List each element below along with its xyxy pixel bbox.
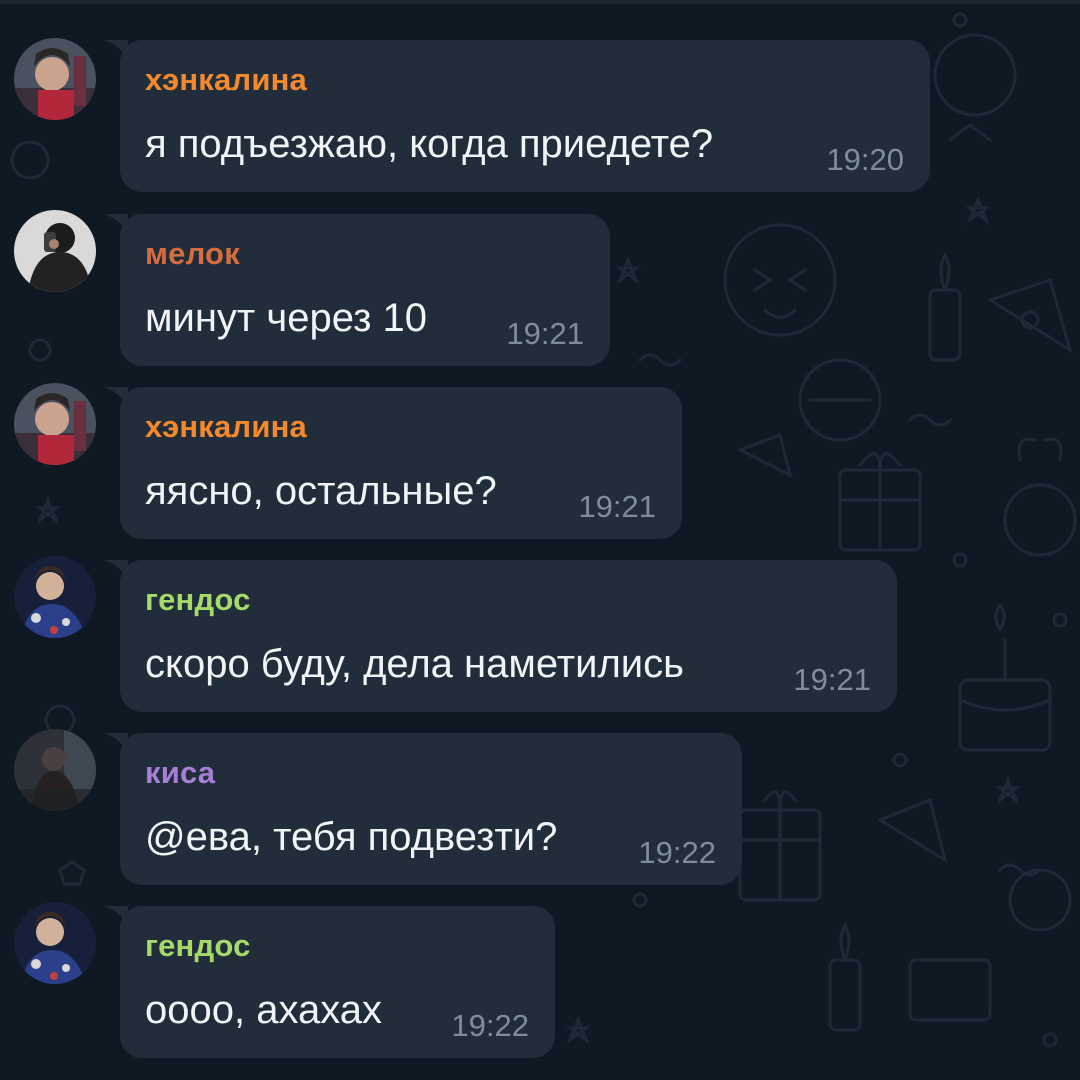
message-text: я подъезжаю, когда приедете? [145,122,714,166]
sender-name[interactable]: мелок [145,236,240,272]
message-time: 19:22 [451,1008,529,1043]
message-text: оооо, ахахах [145,988,383,1032]
message-time: 19:21 [578,489,656,524]
avatar[interactable] [14,38,96,120]
message-bubble[interactable]: киса @ева, тебя подвезти? 19:22 [120,733,742,885]
message-text: @ева, тебя подвезти? [145,815,558,859]
sender-name[interactable]: гендос [145,582,251,618]
sender-name[interactable]: гендос [145,928,251,964]
avatar[interactable] [14,210,96,292]
sender-name[interactable]: хэнкалина [145,62,307,98]
message-text: скоро буду, дела наметились [145,642,684,686]
message-text: минут через 10 [145,296,428,340]
message-bubble[interactable]: гендос оооо, ахахах 19:22 [120,906,555,1058]
message-row: хэнкалина яясно, остальные? 19:21 [0,383,1080,539]
avatar[interactable] [14,383,96,465]
sender-name[interactable]: киса [145,755,215,791]
message-time: 19:22 [638,835,716,870]
message-bubble[interactable]: гендос скоро буду, дела наметились 19:21 [120,560,897,712]
message-row: гендос скоро буду, дела наметились 19:21 [0,556,1080,712]
message-time: 19:21 [506,316,584,351]
avatar[interactable] [14,902,96,984]
top-divider [0,0,1080,4]
message-bubble[interactable]: хэнкалина яясно, остальные? 19:21 [120,387,682,539]
message-time: 19:20 [826,142,904,177]
avatar[interactable] [14,729,96,811]
avatar[interactable] [14,556,96,638]
message-bubble[interactable]: хэнкалина я подъезжаю, когда приедете? 1… [120,40,930,192]
message-row: хэнкалина я подъезжаю, когда приедете? 1… [0,38,1080,192]
message-time: 19:21 [793,662,871,697]
message-row: киса @ева, тебя подвезти? 19:22 [0,729,1080,885]
message-row: гендос оооо, ахахах 19:22 [0,902,1080,1058]
sender-name[interactable]: хэнкалина [145,409,307,445]
message-bubble[interactable]: мелок минут через 10 19:21 [120,214,610,366]
message-text: яясно, остальные? [145,469,497,513]
message-row: мелок минут через 10 19:21 [0,210,1080,366]
